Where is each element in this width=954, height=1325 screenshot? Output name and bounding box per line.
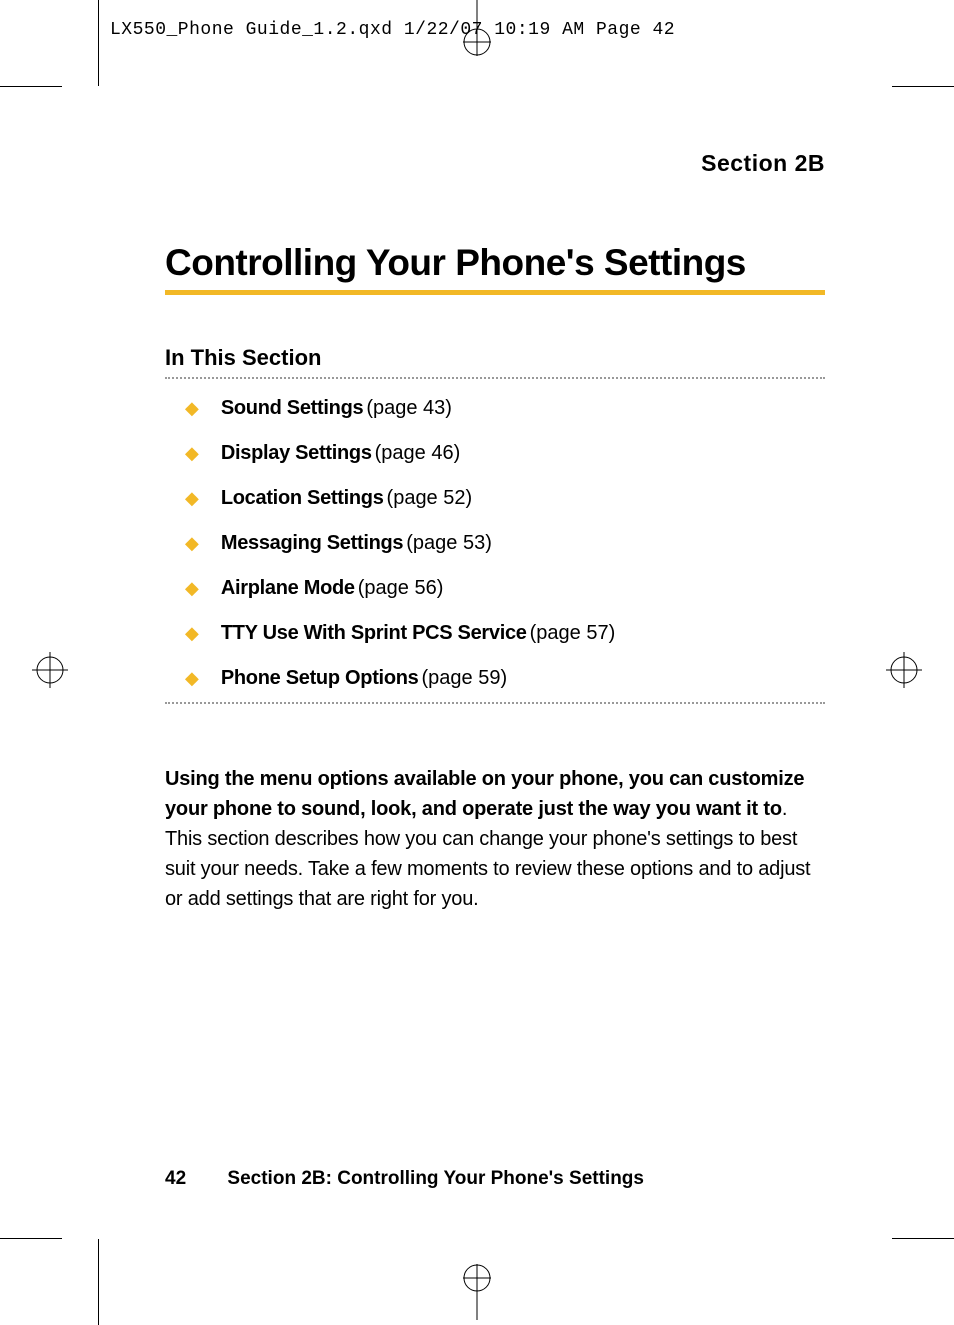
crop-mark-vert-bottom bbox=[98, 1239, 99, 1325]
toc-item: ◆ Messaging Settings(page 53) bbox=[185, 532, 825, 555]
crop-mark-right-top bbox=[892, 86, 954, 87]
diamond-bullet-icon: ◆ bbox=[185, 444, 199, 462]
toc-page-ref: (page 59) bbox=[421, 667, 507, 689]
page-title: Controlling Your Phone's Settings bbox=[165, 242, 825, 284]
toc-item: ◆ Location Settings(page 52) bbox=[185, 487, 825, 510]
toc-page-ref: (page 46) bbox=[375, 442, 461, 464]
toc-label: Airplane Mode bbox=[221, 577, 355, 599]
toc-label: TTY Use With Sprint PCS Service bbox=[221, 622, 527, 644]
toc-label: Sound Settings bbox=[221, 397, 363, 419]
toc-page-ref: (page 56) bbox=[358, 577, 444, 599]
toc-label: Phone Setup Options bbox=[221, 667, 419, 689]
dotted-divider-top bbox=[165, 377, 825, 379]
toc-page-ref: (page 53) bbox=[406, 532, 492, 554]
toc-item: ◆ TTY Use With Sprint PCS Service(page 5… bbox=[185, 622, 825, 645]
intro-lead: Using the menu options available on your… bbox=[165, 768, 804, 820]
toc-label: Display Settings bbox=[221, 442, 372, 464]
page-footer: 42 Section 2B: Controlling Your Phone's … bbox=[165, 1168, 644, 1190]
page-number: 42 bbox=[165, 1168, 186, 1189]
toc-page-ref: (page 57) bbox=[530, 622, 616, 644]
crop-mark-right-bottom bbox=[892, 1238, 954, 1239]
crop-mark-top bbox=[457, 0, 497, 60]
diamond-bullet-icon: ◆ bbox=[185, 489, 199, 507]
toc-item: ◆ Airplane Mode(page 56) bbox=[185, 577, 825, 600]
diamond-bullet-icon: ◆ bbox=[185, 669, 199, 687]
toc-item: ◆ Sound Settings(page 43) bbox=[185, 397, 825, 420]
section-label: Section 2B bbox=[165, 150, 825, 177]
toc-page-ref: (page 43) bbox=[366, 397, 452, 419]
print-header: LX550_Phone Guide_1.2.qxd 1/22/07 10:19 … bbox=[110, 20, 675, 40]
crop-mark-vert-top bbox=[98, 0, 99, 86]
registration-mark-left bbox=[30, 650, 70, 695]
toc-page-ref: (page 52) bbox=[387, 487, 473, 509]
diamond-bullet-icon: ◆ bbox=[185, 624, 199, 642]
intro-paragraph: Using the menu options available on your… bbox=[165, 764, 825, 914]
title-underline bbox=[165, 290, 825, 295]
crop-mark-left-bottom bbox=[0, 1238, 62, 1239]
subsection-heading: In This Section bbox=[165, 345, 825, 371]
dotted-divider-bottom bbox=[165, 702, 825, 704]
toc-label: Location Settings bbox=[221, 487, 384, 509]
footer-section-title: Section 2B: Controlling Your Phone's Set… bbox=[227, 1168, 644, 1189]
diamond-bullet-icon: ◆ bbox=[185, 534, 199, 552]
crop-mark-left-top bbox=[0, 86, 62, 87]
toc-item: ◆ Phone Setup Options(page 59) bbox=[185, 667, 825, 690]
toc-list: ◆ Sound Settings(page 43) ◆ Display Sett… bbox=[165, 397, 825, 690]
page-body: Section 2B Controlling Your Phone's Sett… bbox=[165, 150, 825, 914]
toc-item: ◆ Display Settings(page 46) bbox=[185, 442, 825, 465]
registration-mark-right bbox=[884, 650, 924, 695]
diamond-bullet-icon: ◆ bbox=[185, 399, 199, 417]
toc-label: Messaging Settings bbox=[221, 532, 403, 554]
crop-mark-bottom bbox=[457, 1260, 497, 1325]
diamond-bullet-icon: ◆ bbox=[185, 579, 199, 597]
